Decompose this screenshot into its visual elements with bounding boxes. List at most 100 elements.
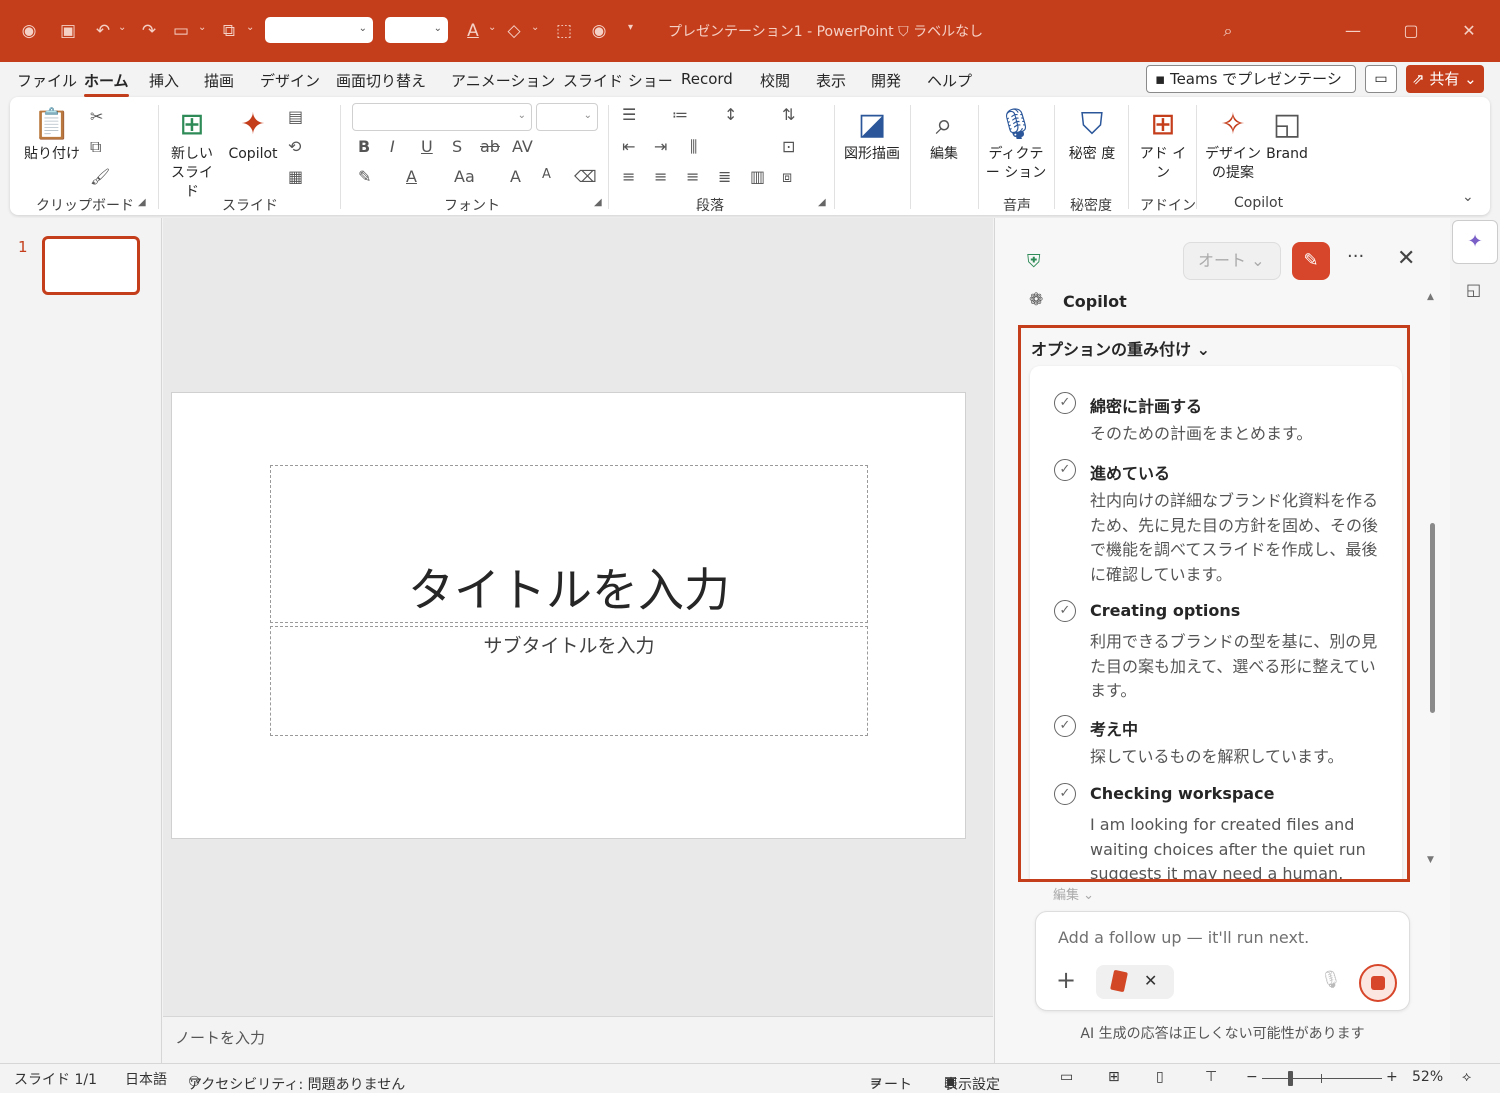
zoom-slider[interactable] <box>1262 1078 1382 1079</box>
zoom-level[interactable]: 52% <box>1412 1069 1443 1085</box>
editing-button[interactable]: ⌕ 編集 <box>916 105 972 164</box>
paste-button[interactable]: 📋 貼り付け <box>24 105 80 164</box>
select-icon[interactable]: ⬚ <box>553 20 575 42</box>
share-button[interactable]: ⇗ 共有 ⌄ <box>1406 65 1484 93</box>
shadow-icon[interactable]: S <box>452 137 462 156</box>
increase-indent-icon[interactable]: ⇥ <box>654 137 667 156</box>
align-right-icon[interactable]: ≡ <box>686 167 699 186</box>
align-center-icon[interactable]: ≡ <box>654 167 667 186</box>
designer-button[interactable]: ✧ デザイン の提案 <box>1200 105 1266 183</box>
italic-icon[interactable]: I <box>390 137 395 156</box>
remove-attachment-icon[interactable]: ✕ <box>1144 971 1157 990</box>
slide-sorter-icon[interactable]: ⊞ <box>1108 1069 1120 1085</box>
options-header[interactable]: オプションの重み付け ⌄ <box>1031 336 1210 360</box>
underline-icon[interactable]: U <box>421 137 433 156</box>
copy-icon[interactable]: ⧉ <box>90 137 101 157</box>
scroll-down-icon[interactable]: ▼ <box>1427 855 1434 865</box>
chevron-down-icon[interactable]: ⌄ <box>246 22 254 33</box>
add-icon[interactable]: + <box>1056 966 1076 994</box>
smartart-icon[interactable]: ⧈ <box>782 167 792 187</box>
arrange-icon[interactable]: ⧉ <box>218 20 240 42</box>
zoom-slider-handle[interactable] <box>1288 1071 1293 1086</box>
scroll-up-icon[interactable]: ▲ <box>1427 292 1434 302</box>
shapes-icon[interactable]: ◇ <box>503 20 525 42</box>
normal-view-icon[interactable]: ▭ <box>1060 1069 1073 1085</box>
font-name-dropdown[interactable]: ⌄ <box>352 103 532 131</box>
subtitle-placeholder[interactable]: サブタイトルを入力 <box>270 626 868 736</box>
distributed-icon[interactable]: ▥ <box>750 167 765 186</box>
microphone-icon[interactable]: 🎙 <box>1320 970 1342 990</box>
tab-animations[interactable]: アニメーション <box>451 70 555 91</box>
dialog-launcher-icon[interactable]: ◢ <box>594 197 602 208</box>
format-painter-icon[interactable]: 🖌 <box>90 167 110 186</box>
record-icon[interactable]: ◉ <box>588 20 610 42</box>
tab-file[interactable]: ファイル <box>17 70 77 91</box>
copilot-rail-icon[interactable]: ✦ <box>1452 220 1498 264</box>
dictate-button[interactable]: 🎙 ディクテー ション <box>984 105 1048 183</box>
align-text-icon[interactable]: ⊡ <box>782 137 795 156</box>
tab-record[interactable]: Record <box>681 70 733 88</box>
font-color-icon[interactable]: A <box>406 167 417 186</box>
character-spacing-icon[interactable]: AV <box>512 137 533 156</box>
stop-button[interactable] <box>1359 964 1397 1002</box>
font-color-icon[interactable]: A <box>462 20 484 42</box>
tab-view[interactable]: 表示 <box>816 70 846 91</box>
ribbon-collapse-icon[interactable]: ⌄ <box>1462 189 1474 205</box>
chevron-down-icon[interactable]: ⌄ <box>118 22 126 33</box>
section-icon[interactable]: ▦ <box>288 167 303 186</box>
followup-input-box[interactable]: Add a follow up — it'll run next. + ✕ 🎙 <box>1035 911 1410 1011</box>
tab-help[interactable]: ヘルプ <box>927 70 972 91</box>
new-chat-button[interactable]: ✎ <box>1292 242 1330 280</box>
numbering-icon[interactable]: ≔ <box>672 105 688 124</box>
font-size-dropdown[interactable]: ⌄ <box>536 103 598 131</box>
language-status[interactable]: 日本語 <box>125 1069 167 1089</box>
bold-icon[interactable]: B <box>358 137 370 156</box>
new-slide-button[interactable]: ⊞ 新しい スライド <box>168 105 216 202</box>
tab-developer[interactable]: 開発 <box>871 70 901 91</box>
search-icon[interactable]: ⌕ <box>1216 19 1240 43</box>
dialog-launcher-icon[interactable]: ◢ <box>818 197 826 208</box>
title-placeholder[interactable]: タイトルを入力 <box>270 465 868 623</box>
scrollbar-thumb[interactable] <box>1430 523 1435 713</box>
save-icon[interactable]: ▣ <box>57 20 79 42</box>
decrease-font-icon[interactable]: A <box>542 167 551 182</box>
clear-formatting-icon[interactable]: ⌫ <box>574 167 597 186</box>
close-icon[interactable]: ✕ <box>1397 246 1415 271</box>
maximize-button[interactable]: ▢ <box>1399 19 1423 43</box>
customize-toolbar-icon[interactable]: ▾ <box>628 22 633 33</box>
slide-thumbnail[interactable] <box>42 236 140 295</box>
tab-home[interactable]: ホーム <box>84 70 129 97</box>
align-left-icon[interactable]: ≡ <box>622 167 635 186</box>
comments-button[interactable]: ▭ <box>1365 65 1397 93</box>
reset-icon[interactable]: ⟲ <box>288 137 301 156</box>
notes-pane[interactable]: ノートを入力 <box>163 1016 993 1063</box>
minimize-button[interactable]: — <box>1341 19 1365 43</box>
sensitivity-button[interactable]: ⛉ 秘密 度 <box>1064 105 1120 164</box>
tab-draw[interactable]: 描画 <box>204 70 234 91</box>
increase-font-icon[interactable]: A <box>510 167 521 186</box>
dialog-launcher-icon[interactable]: ◢ <box>138 197 146 208</box>
close-window-button[interactable]: ✕ <box>1457 19 1481 43</box>
brand-button[interactable]: ◱ Brand <box>1262 105 1312 164</box>
tab-design[interactable]: デザイン <box>260 70 320 91</box>
edit-link[interactable]: 編集 ⌄ <box>1053 884 1094 903</box>
strikethrough-icon[interactable]: ab <box>480 137 500 156</box>
undo-icon[interactable]: ↶ <box>92 20 114 42</box>
addins-button[interactable]: ⊞ アド イン <box>1136 105 1190 183</box>
shapes-button[interactable]: ◪ 図形描画 <box>840 105 904 164</box>
zoom-in-icon[interactable]: + <box>1386 1069 1398 1085</box>
slideshow-icon[interactable]: ⊤ <box>1205 1069 1217 1085</box>
layout-icon[interactable]: ▭ <box>170 20 192 42</box>
tab-slideshow[interactable]: スライド ショー <box>563 70 673 91</box>
font-size-quick-field[interactable]: ⌄ <box>385 17 448 43</box>
fit-to-window-icon[interactable]: ⟡ <box>1462 1069 1471 1085</box>
teams-present-button[interactable]: ▪ Teams でプレゼンテーション <box>1146 65 1356 114</box>
change-case-icon[interactable]: Aa <box>454 167 475 186</box>
mode-dropdown[interactable]: オート ⌄ <box>1183 242 1281 280</box>
line-spacing-icon[interactable]: ↕ <box>724 105 737 124</box>
chevron-down-icon[interactable]: ⌄ <box>488 22 496 33</box>
cut-icon[interactable]: ✂ <box>90 107 103 126</box>
designer-rail-icon[interactable]: ◱ <box>1466 280 1481 299</box>
font-name-quick-field[interactable]: ⌄ <box>265 17 373 43</box>
reading-view-icon[interactable]: ▯ <box>1156 1069 1164 1085</box>
